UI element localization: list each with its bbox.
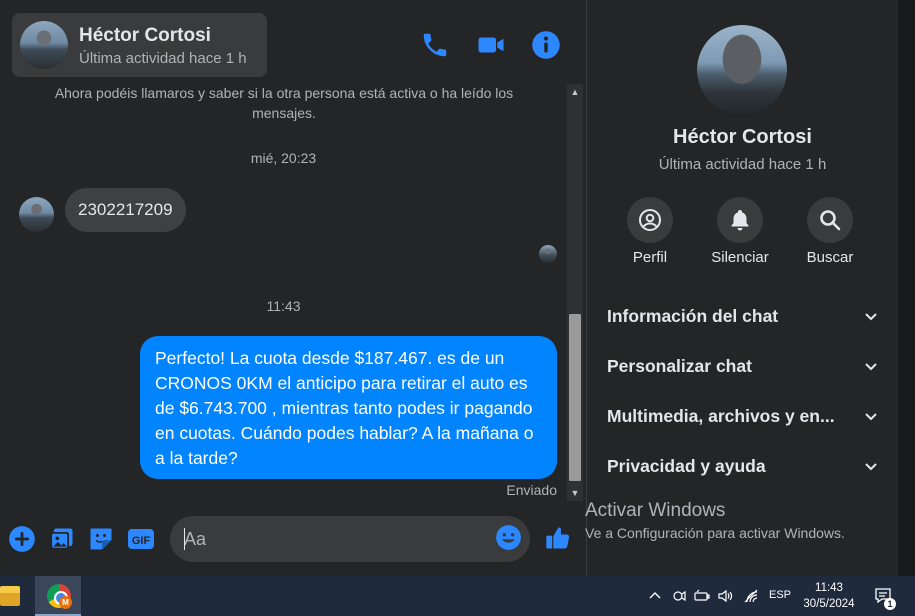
taskbar: M ESP 11:43 30/5/2024 1 bbox=[0, 576, 915, 616]
clock-time: 11:43 bbox=[815, 582, 843, 594]
chat-header[interactable]: Héctor Cortosi Última actividad hace 1 h bbox=[12, 13, 267, 77]
battery-icon[interactable] bbox=[694, 588, 710, 604]
search-label: Buscar bbox=[806, 249, 854, 266]
search-icon bbox=[807, 197, 853, 243]
mute-label: Silenciar bbox=[711, 249, 769, 266]
chevron-up-icon[interactable] bbox=[647, 588, 663, 604]
gif-label: GIF bbox=[132, 535, 151, 547]
activate-windows-title: Activar Windows bbox=[585, 500, 726, 521]
taskbar-clock[interactable]: 11:43 30/5/2024 bbox=[800, 580, 858, 612]
section-label: Privacidad y ayuda bbox=[607, 455, 766, 476]
scroll-up-arrow-icon[interactable]: ▲ bbox=[567, 84, 583, 100]
wifi-icon[interactable] bbox=[743, 588, 759, 604]
contact-status: Última actividad hace 1 h bbox=[79, 50, 247, 67]
section-chat-info[interactable]: Información del chat bbox=[607, 296, 879, 336]
sent-message[interactable]: Perfecto! La cuota desde $187.467. es de… bbox=[140, 336, 557, 479]
window-edge bbox=[898, 0, 915, 576]
section-privacy-help[interactable]: Privacidad y ayuda bbox=[607, 446, 879, 486]
chat-info-panel: Héctor Cortosi Última actividad hace 1 h… bbox=[587, 0, 898, 576]
mute-button[interactable]: Silenciar bbox=[700, 197, 780, 266]
received-message[interactable]: 2302217209 bbox=[65, 188, 186, 232]
section-label: Personalizar chat bbox=[607, 355, 752, 376]
avatar[interactable] bbox=[20, 21, 68, 69]
section-label: Información del chat bbox=[607, 305, 779, 326]
chevron-down-icon bbox=[863, 458, 879, 474]
chat-notice: Ahora podéis llamaros y saber si la otra… bbox=[54, 85, 514, 121]
panel-contact-status: Última actividad hace 1 h bbox=[658, 156, 827, 173]
chevron-down-icon bbox=[863, 308, 879, 324]
plus-icon[interactable] bbox=[8, 525, 36, 553]
contact-avatar-large[interactable] bbox=[697, 25, 787, 115]
scroll-thumb[interactable] bbox=[569, 314, 581, 481]
search-button[interactable]: Buscar bbox=[790, 197, 870, 266]
message-timestamp: mié, 20:23 bbox=[250, 150, 317, 166]
notification-count-badge: 1 bbox=[884, 598, 896, 610]
language-indicator[interactable]: ESP bbox=[769, 589, 791, 601]
gif-icon[interactable]: GIF bbox=[127, 525, 155, 553]
activate-windows-subtitle: Ve a Configuración para activar Windows. bbox=[585, 525, 845, 541]
sent-status: Enviado bbox=[506, 482, 557, 498]
profile-icon bbox=[627, 197, 673, 243]
thumbs-up-icon[interactable] bbox=[544, 524, 572, 552]
section-label: Multimedia, archivos y en... bbox=[607, 405, 835, 426]
emoji-icon[interactable] bbox=[495, 524, 522, 551]
chat-window: Héctor Cortosi Última actividad hace 1 h… bbox=[0, 0, 587, 576]
sticker-icon[interactable] bbox=[87, 525, 115, 553]
read-receipt-avatar bbox=[539, 245, 557, 263]
sender-avatar[interactable] bbox=[19, 197, 54, 232]
meet-now-icon[interactable] bbox=[671, 588, 687, 604]
file-explorer-icon[interactable] bbox=[0, 586, 20, 606]
text-caret bbox=[184, 528, 185, 550]
chevron-down-icon bbox=[863, 358, 879, 374]
photo-icon[interactable] bbox=[48, 525, 76, 553]
bell-icon bbox=[717, 197, 763, 243]
profile-label: Perfil bbox=[632, 249, 668, 266]
message-input[interactable] bbox=[170, 516, 530, 562]
chrome-taskbar-button[interactable]: M bbox=[35, 576, 81, 616]
section-media-files[interactable]: Multimedia, archivos y en... bbox=[607, 396, 879, 436]
contact-name: Héctor Cortosi bbox=[79, 25, 211, 46]
video-camera-icon[interactable] bbox=[476, 30, 506, 60]
scrollbar[interactable]: ▲ ▼ bbox=[567, 84, 583, 501]
clock-date: 30/5/2024 bbox=[803, 598, 855, 610]
volume-icon[interactable] bbox=[717, 588, 733, 604]
profile-badge: M bbox=[59, 596, 72, 609]
panel-contact-name: Héctor Cortosi bbox=[673, 126, 812, 148]
profile-button[interactable]: Perfil bbox=[610, 197, 690, 266]
section-customize-chat[interactable]: Personalizar chat bbox=[607, 346, 879, 386]
scroll-down-arrow-icon[interactable]: ▼ bbox=[567, 485, 583, 501]
chevron-down-icon bbox=[863, 408, 879, 424]
phone-icon[interactable] bbox=[420, 30, 450, 60]
message-timestamp: 11:43 bbox=[266, 298, 301, 314]
info-icon[interactable] bbox=[531, 30, 561, 60]
